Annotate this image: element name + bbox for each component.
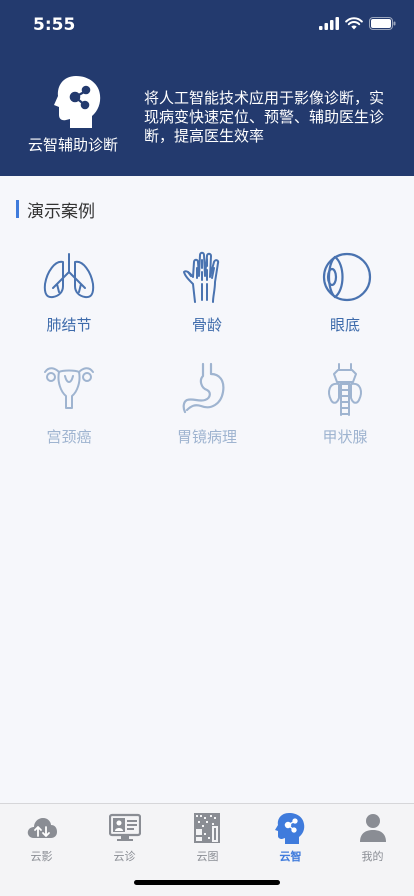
- monitor-consult-icon: [108, 813, 141, 841]
- tab-label: 我的: [361, 850, 384, 863]
- case-bone-age[interactable]: 骨龄: [138, 250, 276, 350]
- case-label: 肺结节: [46, 316, 92, 334]
- tab-label: 云智: [279, 850, 302, 863]
- ai-head-icon: [274, 813, 304, 844]
- case-label: 眼底: [329, 316, 360, 334]
- section-accent-bar: [16, 200, 19, 218]
- header: 5:55 云智辅助诊断 将人工智能技术应用于影像诊断，实现病变快速定位、预警、辅…: [0, 0, 414, 176]
- thyroid-icon: [328, 363, 362, 416]
- hero-title: 云智辅助诊断: [28, 136, 119, 154]
- section-title: 演示案例: [16, 197, 95, 222]
- eye-icon: [322, 252, 372, 302]
- tab-mine[interactable]: 我的: [331, 812, 414, 864]
- status-time: 5:55: [33, 15, 76, 35]
- battery-icon: [369, 17, 396, 30]
- wifi-icon: [345, 17, 363, 30]
- hand-bone-icon: [183, 251, 220, 303]
- case-gastroscopy-pathology[interactable]: 胃镜病理: [138, 362, 276, 462]
- ai-head-icon: [54, 76, 101, 128]
- case-thyroid[interactable]: 甲状腺: [276, 362, 414, 462]
- tab-label: 云诊: [113, 850, 136, 863]
- lungs-icon: [43, 253, 95, 299]
- status-icons: [319, 17, 396, 30]
- tab-cloud-ai[interactable]: 云智: [249, 812, 332, 864]
- user-icon: [359, 814, 386, 842]
- case-lung-nodule[interactable]: 肺结节: [0, 250, 138, 350]
- hero-description: 将人工智能技术应用于影像诊断，实现病变快速定位、预警、辅助医生诊断，提高医生效率: [144, 89, 385, 145]
- case-label: 骨龄: [191, 316, 222, 334]
- signal-icon: [319, 17, 339, 30]
- tab-cloud-map[interactable]: 云图: [166, 812, 249, 864]
- case-label: 甲状腺: [322, 428, 368, 446]
- qr-image-icon: [193, 813, 220, 843]
- section-title-text: 演示案例: [27, 201, 95, 222]
- uterus-icon: [44, 367, 94, 409]
- case-label: 宫颈癌: [46, 428, 92, 446]
- home-indicator: [134, 880, 280, 885]
- tab-cloud-image[interactable]: 云影: [0, 812, 83, 864]
- case-fundus[interactable]: 眼底: [276, 250, 414, 350]
- case-cervical-cancer[interactable]: 宫颈癌: [0, 362, 138, 462]
- tab-label: 云图: [196, 850, 219, 863]
- status-bar: 5:55: [0, 0, 414, 50]
- cloud-upload-icon: [27, 818, 57, 838]
- case-label: 胃镜病理: [176, 428, 237, 446]
- tab-label: 云影: [30, 850, 53, 863]
- stomach-icon: [182, 362, 225, 414]
- tab-cloud-consult[interactable]: 云诊: [83, 812, 166, 864]
